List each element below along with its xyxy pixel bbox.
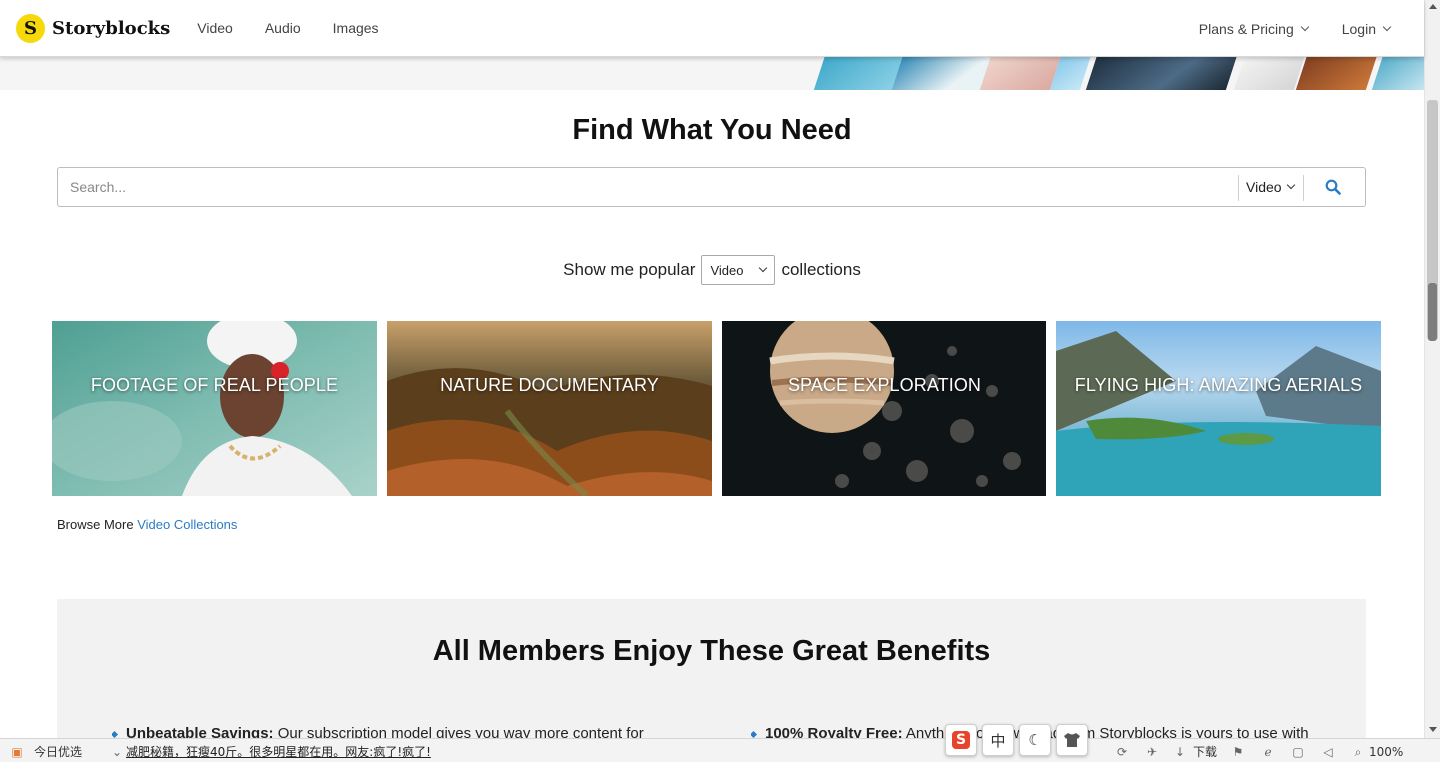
plans-pricing-label: Plans & Pricing bbox=[1198, 20, 1294, 37]
find-title: Find What You Need bbox=[572, 114, 852, 146]
benefits-section: All Members Enjoy These Great Benefits U… bbox=[57, 599, 1366, 742]
account-nav: Plans & Pricing Login bbox=[1165, 0, 1392, 57]
browser-viewport: S Storyblocks Video Audio Images Plans &… bbox=[0, 0, 1440, 762]
scroll-down-icon[interactable] bbox=[1429, 727, 1437, 732]
status-tools: ⟳ ✈ ↓ 下载 ⚑ ℯ ▢ ◁ ⌕ 100% bbox=[1115, 743, 1403, 760]
download-icon[interactable]: ↓ bbox=[1173, 745, 1187, 759]
bullet-icon bbox=[751, 730, 758, 738]
brand-name: Storyblocks bbox=[52, 17, 171, 39]
popular-type-select[interactable]: Video bbox=[701, 255, 776, 285]
browse-more: Browse More Video Collections bbox=[57, 517, 237, 532]
popular-collections-filter: Show me popular Video collections bbox=[0, 255, 1424, 285]
collection-label: FOOTAGE OF REAL PEOPLE bbox=[90, 375, 339, 395]
collection-card-real-people[interactable]: FOOTAGE OF REAL PEOPLE bbox=[52, 321, 377, 496]
logo-mark-icon: S bbox=[16, 13, 45, 43]
search-type-dropdown[interactable]: Video bbox=[1246, 179, 1295, 195]
chevron-down-icon bbox=[1382, 22, 1392, 31]
hero-image-collage bbox=[810, 57, 1424, 90]
ime-language-label: 中 bbox=[990, 731, 1006, 750]
aerials-image bbox=[1056, 321, 1381, 496]
divider bbox=[1303, 175, 1304, 201]
login-label: Login bbox=[1341, 20, 1376, 37]
gift-icon: ▣ bbox=[11, 744, 23, 759]
divider bbox=[1238, 175, 1239, 201]
search-button[interactable] bbox=[1313, 176, 1353, 198]
search-icon bbox=[1325, 179, 1341, 195]
window-icon[interactable]: ▢ bbox=[1291, 745, 1305, 759]
today-picks-label: 今日优选 bbox=[34, 745, 83, 759]
news-ticker[interactable]: ⌄ 减肥秘籍，狂瘦40斤。很多明星都在用。网友:疯了!疯了! bbox=[110, 743, 431, 760]
sogou-logo-icon[interactable]: S bbox=[945, 724, 977, 756]
scroll-thumb[interactable] bbox=[1428, 283, 1437, 341]
nav-video[interactable]: Video bbox=[197, 20, 233, 36]
shirt-icon[interactable] bbox=[1056, 724, 1088, 756]
plans-pricing-menu[interactable]: Plans & Pricing bbox=[1198, 20, 1309, 37]
hero-banner bbox=[0, 57, 1424, 90]
collection-card-nature-documentary[interactable]: NATURE DOCUMENTARY bbox=[387, 321, 712, 496]
today-picks[interactable]: ▣ 今日优选 bbox=[10, 743, 82, 760]
ime-language-button[interactable]: 中 bbox=[982, 724, 1014, 756]
ime-toolbar: S 中 ☾ bbox=[945, 724, 1093, 756]
storyblocks-logo[interactable]: S Storyblocks bbox=[16, 13, 171, 43]
chevron-down-icon bbox=[759, 263, 768, 273]
refresh-icon[interactable]: ⟳ bbox=[1115, 745, 1129, 759]
primary-nav: Video Audio Images bbox=[197, 20, 410, 36]
site-header: S Storyblocks Video Audio Images Plans &… bbox=[0, 0, 1424, 57]
collection-label: NATURE DOCUMENTARY bbox=[440, 375, 659, 395]
collection-label: FLYING HIGH: AMAZING AERIALS bbox=[1074, 375, 1363, 395]
nature-documentary-image bbox=[387, 321, 712, 496]
pin-icon[interactable]: ✈ bbox=[1145, 745, 1159, 759]
popular-suffix: collections bbox=[781, 260, 861, 279]
real-people-image bbox=[52, 321, 377, 496]
search-input[interactable] bbox=[70, 176, 1220, 198]
flag-icon[interactable]: ⚑ bbox=[1231, 745, 1245, 759]
nav-images[interactable]: Images bbox=[333, 20, 379, 36]
space-exploration-image bbox=[722, 321, 1046, 496]
search-type-label: Video bbox=[1246, 179, 1282, 195]
video-collections-link[interactable]: Video Collections bbox=[137, 517, 237, 532]
popular-selected-value: Video bbox=[710, 262, 744, 278]
browser-status-bar: ▣ 今日优选 ⌄ 减肥秘籍，狂瘦40斤。很多明星都在用。网友:疯了!疯了! ⟳ … bbox=[0, 738, 1440, 762]
download-label[interactable]: 下载 bbox=[1193, 743, 1217, 760]
volume-icon[interactable]: ◁ bbox=[1321, 745, 1335, 759]
moon-icon[interactable]: ☾ bbox=[1019, 724, 1051, 756]
bullet-icon bbox=[112, 730, 119, 738]
scroll-up-icon[interactable] bbox=[1429, 4, 1437, 9]
collection-cards: FOOTAGE OF REAL PEOPLE NATURE DOCUMENTAR… bbox=[52, 321, 1381, 496]
login-menu[interactable]: Login bbox=[1341, 20, 1392, 37]
news-headline[interactable]: 减肥秘籍，狂瘦40斤。很多明星都在用。网友:疯了!疯了! bbox=[126, 743, 431, 760]
benefits-title: All Members Enjoy These Great Benefits bbox=[432, 635, 991, 667]
page-scrollbar[interactable] bbox=[1424, 0, 1440, 738]
collection-card-space-exploration[interactable]: SPACE EXPLORATION bbox=[722, 321, 1047, 496]
chevron-down-icon bbox=[1300, 22, 1309, 31]
chevron-icon: ⌄ bbox=[111, 744, 123, 759]
collection-card-aerials[interactable]: FLYING HIGH: AMAZING AERIALS bbox=[1056, 321, 1381, 496]
skin-icon bbox=[1064, 733, 1080, 747]
popular-prefix: Show me popular bbox=[563, 260, 696, 279]
chevron-down-icon bbox=[1286, 180, 1295, 190]
zoom-level[interactable]: 100% bbox=[1369, 745, 1403, 759]
nav-audio[interactable]: Audio bbox=[265, 20, 301, 36]
browser-icon[interactable]: ℯ bbox=[1261, 745, 1275, 759]
zoom-icon[interactable]: ⌕ bbox=[1351, 745, 1365, 759]
browse-more-prefix: Browse More bbox=[57, 517, 134, 532]
search-bar: Video bbox=[57, 167, 1366, 207]
collection-label: SPACE EXPLORATION bbox=[787, 375, 982, 395]
